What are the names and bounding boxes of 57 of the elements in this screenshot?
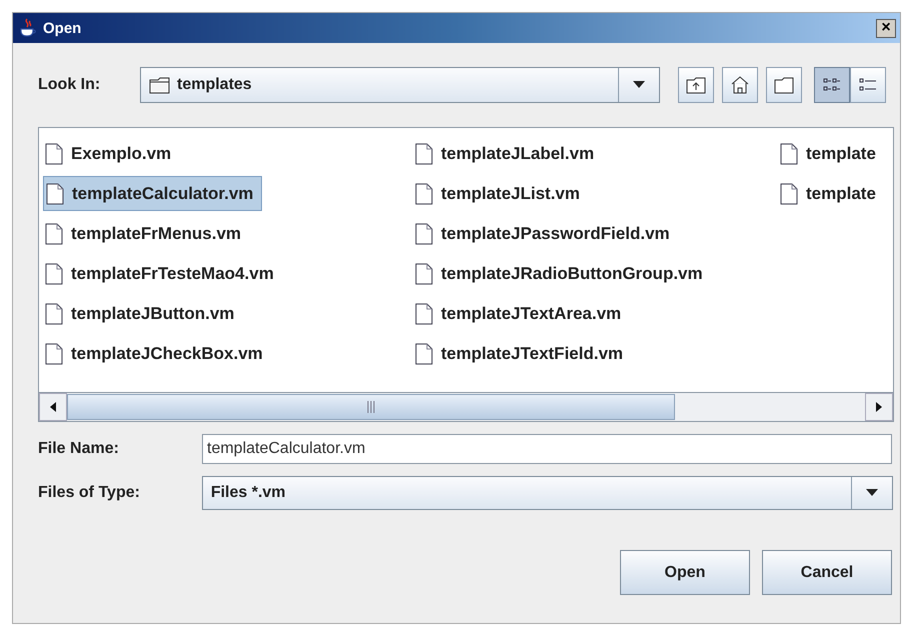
file-item[interactable]: templateJLabel.vm	[413, 136, 602, 171]
document-icon	[45, 262, 63, 284]
document-icon	[45, 222, 63, 244]
file-item[interactable]: Exemplo.vm	[43, 136, 180, 171]
look-in-label: Look In:	[38, 76, 102, 94]
file-name-field[interactable]: templateCalculator.vm	[202, 434, 892, 464]
details-icon	[859, 77, 877, 93]
caret-icon	[866, 489, 878, 497]
file-item[interactable]: template	[778, 176, 884, 211]
file-item[interactable]: templateJCheckBox.vm	[43, 336, 271, 371]
caret-icon	[633, 81, 645, 89]
newfolder-view-button[interactable]	[766, 67, 802, 103]
file-item[interactable]: template	[778, 136, 884, 171]
file-item[interactable]: templateCalculator.vm	[43, 176, 262, 211]
up-view-button[interactable]	[678, 67, 714, 103]
document-icon	[415, 222, 433, 244]
document-icon	[415, 342, 433, 364]
folder-icon	[149, 76, 171, 94]
file-item[interactable]: templateJList.vm	[413, 176, 588, 211]
grip-icon	[367, 401, 376, 413]
document-icon	[45, 142, 63, 164]
left-arrow-icon	[50, 402, 56, 412]
document-icon	[415, 182, 433, 204]
coffee-cup-icon	[19, 18, 37, 38]
document-icon	[45, 302, 63, 324]
document-icon	[415, 142, 433, 164]
file-item[interactable]: templateFrTesteMao4.vm	[43, 256, 282, 291]
details-view-button[interactable]	[850, 67, 886, 103]
file-item[interactable]: templateJPasswordField.vm	[413, 216, 678, 251]
list-icon	[823, 77, 841, 93]
document-icon	[415, 262, 433, 284]
document-icon	[415, 302, 433, 324]
home-icon	[730, 76, 750, 94]
file-item[interactable]: templateFrMenus.vm	[43, 216, 250, 251]
file-item[interactable]: templateJTextArea.vm	[413, 296, 630, 331]
right-arrow-icon	[876, 402, 882, 412]
file-item[interactable]: templateJButton.vm	[43, 296, 242, 331]
list-view-button[interactable]	[814, 67, 850, 103]
open-button[interactable]: Open	[620, 550, 750, 595]
file-name-label: File Name:	[38, 440, 120, 458]
look-in-dropdown[interactable]: templates	[140, 67, 660, 103]
document-icon	[46, 182, 64, 204]
file-item[interactable]: templateJTextField.vm	[413, 336, 632, 371]
window-title: Open	[43, 20, 82, 36]
document-icon	[780, 142, 798, 164]
horizontal-scrollbar[interactable]	[39, 392, 893, 421]
cancel-button[interactable]: Cancel	[762, 550, 892, 595]
close-button[interactable]: ×	[876, 18, 896, 38]
document-icon	[45, 342, 63, 364]
folder-icon	[774, 76, 794, 94]
document-icon	[780, 182, 798, 204]
file-type-label: Files of Type:	[38, 484, 141, 502]
scroll-thumb[interactable]	[67, 394, 676, 420]
file-item[interactable]: templateJRadioButtonGroup.vm	[413, 256, 711, 291]
file-type-dropdown[interactable]: Files *.vm	[202, 476, 893, 510]
up-folder-icon	[686, 76, 706, 94]
home-view-button[interactable]	[722, 67, 758, 103]
